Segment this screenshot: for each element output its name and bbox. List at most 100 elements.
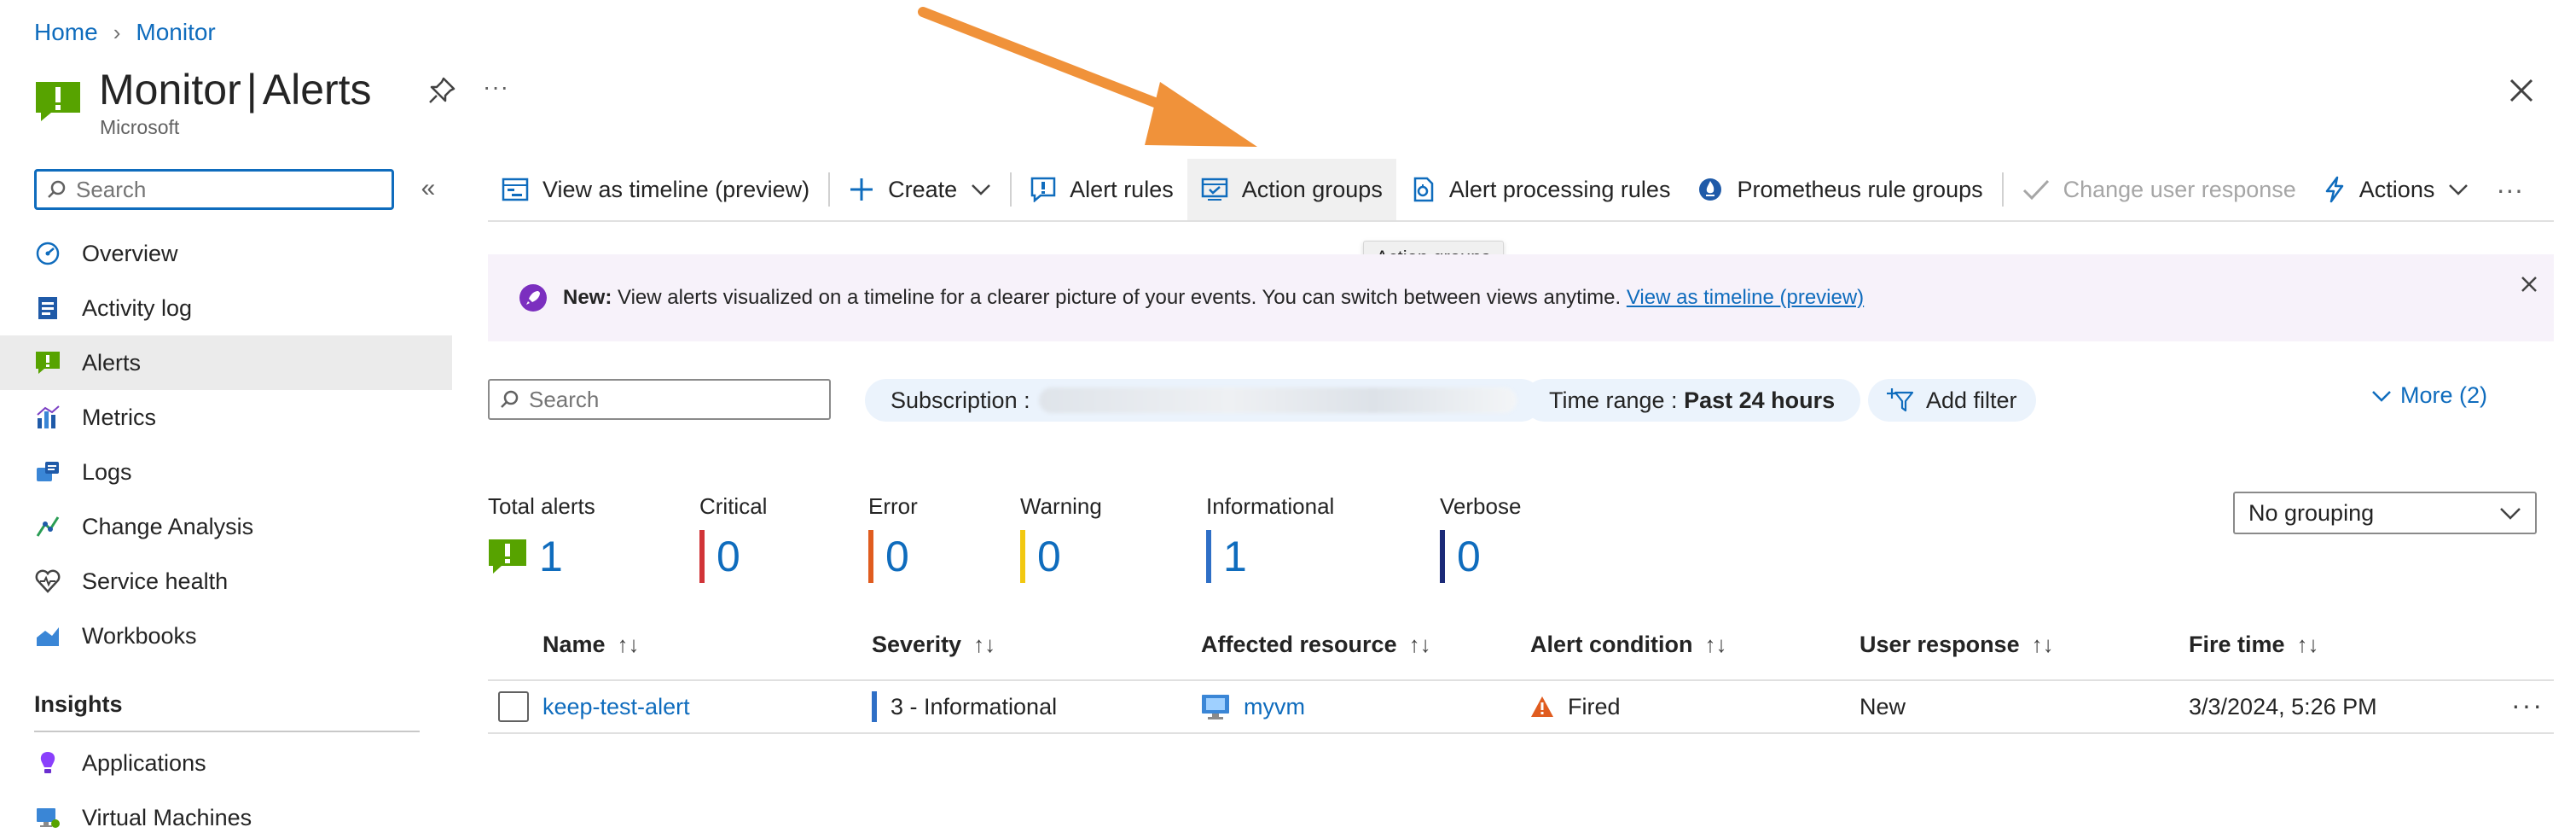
column-header-severity[interactable]: Severity ↑↓ — [872, 632, 995, 658]
command-bar: View as timeline (preview) Create Alert … — [488, 159, 2537, 220]
prometheus-rule-groups-button[interactable]: Prometheus rule groups — [1684, 159, 1996, 220]
change-analysis-icon — [34, 513, 61, 540]
action-groups-icon — [1201, 178, 1227, 201]
page-title: Monitor | Alerts — [99, 66, 372, 114]
sidebar-item-metrics[interactable]: Metrics — [0, 390, 452, 445]
column-header-name[interactable]: Name ↑↓ — [542, 632, 640, 658]
summary-warning[interactable]: Warning 0 — [1020, 493, 1102, 583]
alert-name-cell: keep-test-alert — [542, 690, 690, 724]
more-filters-button[interactable]: More (2) — [2371, 382, 2487, 409]
action-groups-button[interactable]: Action groups — [1186, 159, 1396, 220]
fire-time-cell: 3/3/2024, 5:26 PM — [2189, 693, 2377, 719]
insights-heading: Insights — [34, 691, 123, 717]
rocket-icon — [519, 284, 547, 312]
search-icon — [501, 390, 519, 408]
breadcrumb: Home › Monitor — [34, 15, 216, 50]
toolbar-divider — [1010, 172, 1012, 207]
subscription-filter-pill[interactable]: Subscription : — [865, 379, 1542, 422]
info-banner: New: View alerts visualized on a timelin… — [488, 254, 2554, 341]
severity-color-bar — [699, 530, 705, 583]
breadcrumb-monitor-link[interactable]: Monitor — [136, 19, 215, 46]
row-select-checkbox[interactable] — [498, 691, 529, 722]
change-user-response-button[interactable]: Change user response — [2009, 159, 2310, 220]
virtual-machine-icon — [1202, 695, 1229, 719]
alerts-search[interactable] — [488, 379, 831, 420]
add-filter-button[interactable]: Add filter — [1868, 379, 2036, 422]
sidebar-item-workbooks[interactable]: Workbooks — [0, 609, 452, 663]
grouping-dropdown[interactable]: No grouping — [2233, 492, 2537, 534]
sidebar-item-change-analysis[interactable]: Change Analysis — [0, 499, 452, 554]
affected-resource-cell: myvm — [1201, 690, 1305, 724]
warning-icon — [1531, 696, 1553, 717]
sidebar-item-virtual-machines[interactable]: Virtual Machines — [0, 790, 452, 833]
sidebar-search[interactable] — [34, 169, 394, 210]
redacted-subscription-value — [1038, 387, 1517, 413]
metrics-icon — [34, 404, 61, 431]
summary-critical[interactable]: Critical 0 — [699, 493, 767, 583]
workbooks-icon — [34, 622, 61, 650]
summary-verbose[interactable]: Verbose 0 — [1440, 493, 1521, 583]
sort-icon[interactable]: ↑↓ — [1409, 632, 1431, 658]
affected-resource-link[interactable]: myvm — [1244, 694, 1305, 720]
sidebar-item-alerts[interactable]: Alerts — [0, 335, 452, 390]
alerts-icon — [34, 349, 61, 376]
column-header-alert-condition[interactable]: Alert condition ↑↓ — [1530, 632, 1727, 658]
logs-icon — [34, 458, 61, 486]
toolbar-divider — [488, 220, 2554, 222]
sort-icon[interactable]: ↑↓ — [1705, 632, 1727, 658]
alert-condition-cell: Fired — [1530, 690, 1621, 724]
pin-icon[interactable] — [426, 75, 457, 106]
service-health-icon — [34, 568, 61, 595]
page-subtitle: Microsoft — [100, 116, 180, 138]
create-button[interactable]: Create — [835, 159, 1005, 220]
sidebar-item-applications[interactable]: Applications — [0, 736, 452, 790]
lightning-icon — [2325, 176, 2344, 203]
alert-rules-icon — [1030, 177, 1056, 202]
summary-informational[interactable]: Informational 1 — [1206, 493, 1334, 583]
sidebar-item-logs[interactable]: Logs — [0, 445, 452, 499]
sort-icon[interactable]: ↑↓ — [973, 632, 995, 658]
breadcrumb-home-link[interactable]: Home — [34, 19, 98, 46]
severity-color-bar — [1440, 530, 1445, 583]
alerts-icon — [36, 82, 80, 121]
sort-icon[interactable]: ↑↓ — [2297, 632, 2319, 658]
sort-icon[interactable]: ↑↓ — [2032, 632, 2054, 658]
banner-text: View alerts visualized on a timeline for… — [618, 286, 1622, 309]
column-header-fire-time[interactable]: Fire time ↑↓ — [2189, 632, 2319, 658]
alert-processing-rules-button[interactable]: Alert processing rules — [1396, 159, 1685, 220]
more-options-icon[interactable]: ··· — [483, 73, 509, 101]
column-header-affected-resource[interactable]: Affected resource ↑↓ — [1201, 632, 1431, 658]
view-as-timeline-button[interactable]: View as timeline (preview) — [488, 159, 823, 220]
sidebar-item-overview[interactable]: Overview — [0, 226, 452, 281]
time-range-filter-pill[interactable]: Time range : Past 24 hours — [1523, 379, 1861, 422]
row-more-options-icon[interactable]: ··· — [2511, 690, 2544, 721]
sidebar-item-service-health[interactable]: Service health — [0, 554, 452, 609]
timeline-icon — [502, 178, 529, 201]
toolbar-divider — [2001, 172, 2004, 207]
banner-timeline-link[interactable]: View as timeline (preview) — [1627, 286, 1864, 309]
more-commands-icon[interactable]: ··· — [2482, 159, 2537, 220]
alerts-icon — [489, 539, 526, 574]
annotation-arrow — [918, 7, 1257, 147]
chevron-down-icon — [2500, 508, 2521, 520]
summary-error[interactable]: Error 0 — [868, 493, 918, 583]
alert-name-link[interactable]: keep-test-alert — [542, 694, 690, 720]
severity-color-bar — [872, 691, 877, 722]
sidebar-search-input[interactable] — [76, 176, 357, 203]
sort-icon[interactable]: ↑↓ — [618, 632, 640, 658]
close-icon[interactable] — [2516, 271, 2542, 297]
close-icon[interactable] — [2504, 73, 2538, 108]
column-header-user-response[interactable]: User response ↑↓ — [1859, 632, 2054, 658]
applications-icon — [34, 749, 61, 777]
summary-total-alerts[interactable]: Total alerts 1 — [488, 493, 595, 583]
overview-icon — [34, 240, 61, 267]
alert-rules-button[interactable]: Alert rules — [1017, 159, 1187, 220]
chevron-down-icon — [972, 184, 991, 195]
add-filter-icon — [1887, 388, 1914, 412]
actions-button[interactable]: Actions — [2310, 159, 2483, 220]
severity-cell: 3 - Informational — [872, 690, 1057, 724]
plus-icon — [850, 178, 873, 201]
sidebar-item-activity-log[interactable]: Activity log — [0, 281, 452, 335]
alerts-search-input[interactable] — [529, 386, 802, 413]
collapse-sidebar-icon[interactable]: « — [415, 176, 442, 203]
